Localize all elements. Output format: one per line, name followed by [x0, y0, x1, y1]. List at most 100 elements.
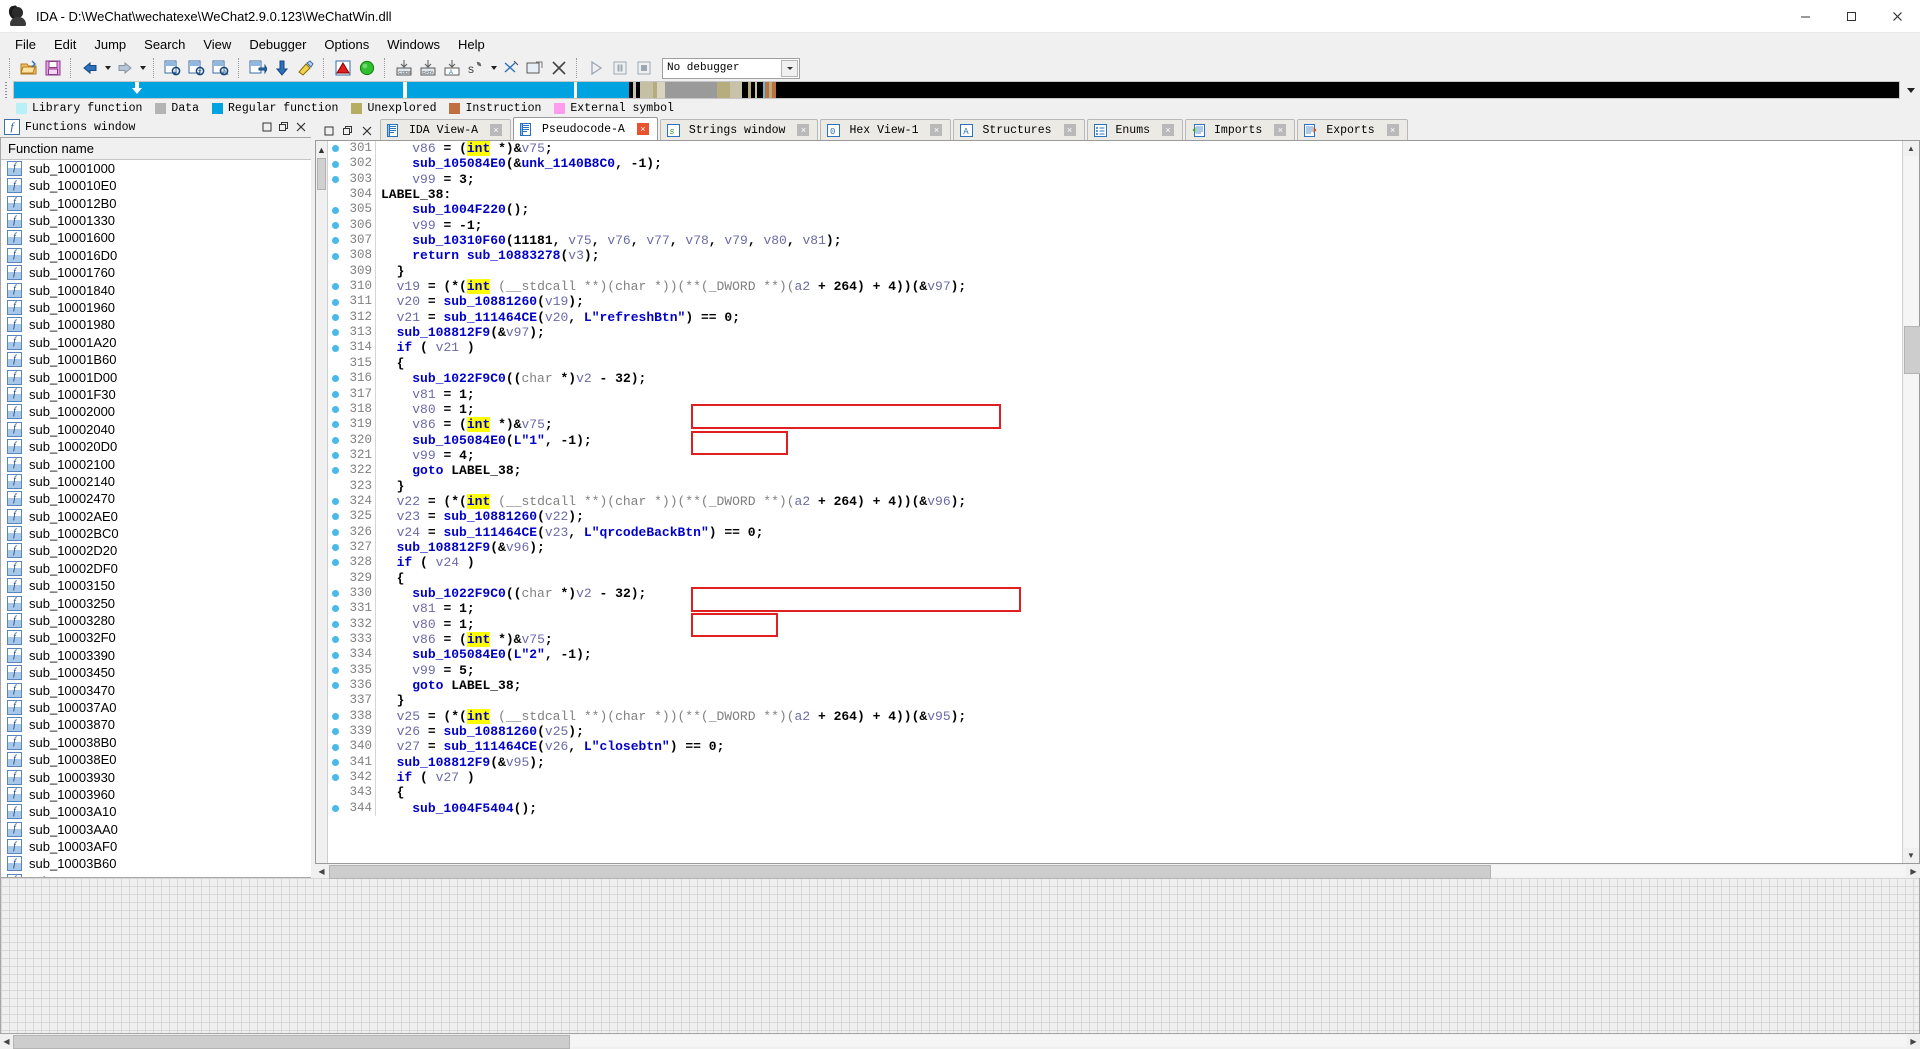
code-line[interactable]: 315 { [328, 356, 1902, 371]
breakpoint-dot-icon[interactable] [328, 744, 342, 751]
back-arrow-icon[interactable] [79, 57, 101, 79]
code-line[interactable]: 302 sub_105084E0(&unk_1140B8C0, -1); [328, 156, 1902, 171]
breakpoint-dot-icon[interactable] [328, 682, 342, 689]
code-line[interactable]: 304LABEL_38: [328, 187, 1902, 202]
code-line[interactable]: 343 { [328, 785, 1902, 800]
save-icon[interactable] [42, 57, 64, 79]
function-list-item[interactable]: fsub_10003470 [1, 681, 311, 698]
function-list-item[interactable]: fsub_100032F0 [1, 629, 311, 646]
tab-imports[interactable]: Imports× [1185, 119, 1295, 140]
tab-pseudocode-a[interactable]: Pseudocode-A× [513, 117, 658, 140]
tab-structures[interactable]: AStructures× [953, 119, 1084, 140]
function-list-item[interactable]: fsub_100020D0 [1, 438, 311, 455]
code-line[interactable]: 314 if ( v21 ) [328, 340, 1902, 355]
code-line[interactable]: 339 v26 = sub_10881260(v25); [328, 724, 1902, 739]
code-line[interactable]: 331 v81 = 1; [328, 601, 1902, 616]
function-list-item[interactable]: fsub_10001B60 [1, 351, 311, 368]
code-line[interactable]: 301 v86 = (int *)&v75; [328, 141, 1902, 156]
scroll-up-icon[interactable]: ▲ [317, 145, 326, 155]
minimize-panel-icon[interactable] [259, 120, 274, 135]
function-list-item[interactable]: fsub_10003250 [1, 594, 311, 611]
breakpoint-dot-icon[interactable] [328, 299, 342, 306]
graph-overview-canvas[interactable] [0, 878, 1920, 1034]
forward-arrow-icon[interactable] [114, 57, 136, 79]
pseudocode-text-area[interactable]: 301 v86 = (int *)&v75;302 sub_105084E0(&… [328, 141, 1902, 863]
code-line[interactable]: 320 sub_105084E0(L"1", -1); [328, 433, 1902, 448]
breakpoint-dot-icon[interactable] [328, 314, 342, 321]
code-line[interactable]: 313 sub_108812F9(&v97); [328, 325, 1902, 340]
breakpoint-dot-icon[interactable] [328, 345, 342, 352]
code-line[interactable]: 344 sub_1004F5404(); [328, 801, 1902, 816]
maximize-panel-icon[interactable] [276, 120, 291, 135]
code-line[interactable]: 342 if ( v27 ) [328, 770, 1902, 785]
code-line[interactable]: 325 v23 = sub_10881260(v22); [328, 509, 1902, 524]
menu-debugger[interactable]: Debugger [240, 34, 315, 55]
maximize-button[interactable] [1828, 0, 1874, 32]
breakpoint-dot-icon[interactable] [328, 176, 342, 183]
bottom-scroll-thumb[interactable] [13, 1035, 570, 1049]
function-list-item[interactable]: fsub_10002000 [1, 403, 311, 420]
function-list-item[interactable]: fsub_100038B0 [1, 734, 311, 751]
scroll-down-arrow-icon[interactable]: ▼ [1904, 848, 1919, 863]
function-list-item[interactable]: fsub_10003450 [1, 664, 311, 681]
breakpoint-dot-icon[interactable] [328, 452, 342, 459]
code-line[interactable]: 308 return sub_10883278(v3); [328, 248, 1902, 263]
tab-close-icon[interactable]: × [1387, 124, 1399, 136]
minimize-button[interactable] [1782, 0, 1828, 32]
bottom-scroll-track[interactable] [13, 1035, 1907, 1047]
functions-list[interactable]: fsub_10001000fsub_100010E0fsub_100012B0f… [1, 160, 311, 877]
function-list-item[interactable]: fsub_10002DF0 [1, 560, 311, 577]
breakpoint-dot-icon[interactable] [328, 590, 342, 597]
bottom-horizontal-scrollbar[interactable]: ◀ ▶ [0, 1034, 1920, 1048]
function-list-item[interactable]: fsub_10003AF0 [1, 838, 311, 855]
code-line[interactable]: 330 sub_1022F9C0((char *)v2 - 32); [328, 586, 1902, 601]
tab-close-icon[interactable]: × [797, 124, 809, 136]
make-data-icon[interactable]: DATA [417, 57, 439, 79]
breakpoint-dot-icon[interactable] [328, 421, 342, 428]
function-list-item[interactable]: fsub_10003960 [1, 786, 311, 803]
code-line[interactable]: 324 v22 = (*(int (__stdcall **)(char *))… [328, 494, 1902, 509]
terminate-process-icon[interactable] [633, 57, 655, 79]
function-list-item[interactable]: fsub_100012B0 [1, 194, 311, 211]
breakpoint-dot-icon[interactable] [328, 774, 342, 781]
scrollbar-thumb[interactable] [1904, 326, 1920, 374]
breakpoint-dot-icon[interactable] [328, 713, 342, 720]
function-list-item[interactable]: fsub_10002140 [1, 473, 311, 490]
code-vertical-scrollbar[interactable]: ▲ ▼ [1902, 141, 1919, 863]
tab-hex-view-1[interactable]: 0Hex View-1× [820, 119, 951, 140]
make-struct-icon[interactable]: s [465, 57, 487, 79]
search-binary-icon[interactable]: 101 [210, 57, 232, 79]
breakpoint-dot-icon[interactable] [328, 805, 342, 812]
breakpoint-dot-icon[interactable] [328, 329, 342, 336]
menu-edit[interactable]: Edit [45, 34, 85, 55]
menu-options[interactable]: Options [315, 34, 378, 55]
breakpoint-dot-icon[interactable] [328, 145, 342, 152]
menu-windows[interactable]: Windows [378, 34, 449, 55]
breakpoint-dot-icon[interactable] [328, 605, 342, 612]
create-function-icon[interactable] [524, 57, 546, 79]
breakpoint-dot-icon[interactable] [328, 375, 342, 382]
forward-dropdown-icon[interactable] [137, 57, 148, 79]
breakpoint-dot-icon[interactable] [328, 207, 342, 214]
scroll-up-arrow-icon[interactable]: ▲ [1904, 141, 1919, 156]
tab-close-icon[interactable]: × [1274, 124, 1286, 136]
function-list-item[interactable]: fsub_10001A20 [1, 334, 311, 351]
function-list-item[interactable]: fsub_10003B60 [1, 855, 311, 872]
function-list-item[interactable]: fsub_10002D20 [1, 542, 311, 559]
pause-process-icon[interactable] [609, 57, 631, 79]
code-line[interactable]: 323 } [328, 479, 1902, 494]
code-line[interactable]: 303 v99 = 3; [328, 172, 1902, 187]
function-list-item[interactable]: fsub_10002AE0 [1, 507, 311, 524]
function-list-item[interactable]: fsub_10001D00 [1, 368, 311, 385]
navigator-strip[interactable] [13, 81, 1900, 99]
function-list-item[interactable]: fsub_10001980 [1, 316, 311, 333]
code-line[interactable]: 335 v99 = 5; [328, 663, 1902, 678]
search-code-icon[interactable]: # [162, 57, 184, 79]
tab-close-icon[interactable]: × [637, 123, 649, 135]
breakpoint-dot-icon[interactable] [328, 467, 342, 474]
debugger-select[interactable]: No debugger [662, 58, 800, 79]
jump-down-icon[interactable] [271, 57, 293, 79]
menu-file[interactable]: File [6, 34, 45, 55]
menu-jump[interactable]: Jump [85, 34, 135, 55]
code-line[interactable]: 317 v81 = 1; [328, 387, 1902, 402]
